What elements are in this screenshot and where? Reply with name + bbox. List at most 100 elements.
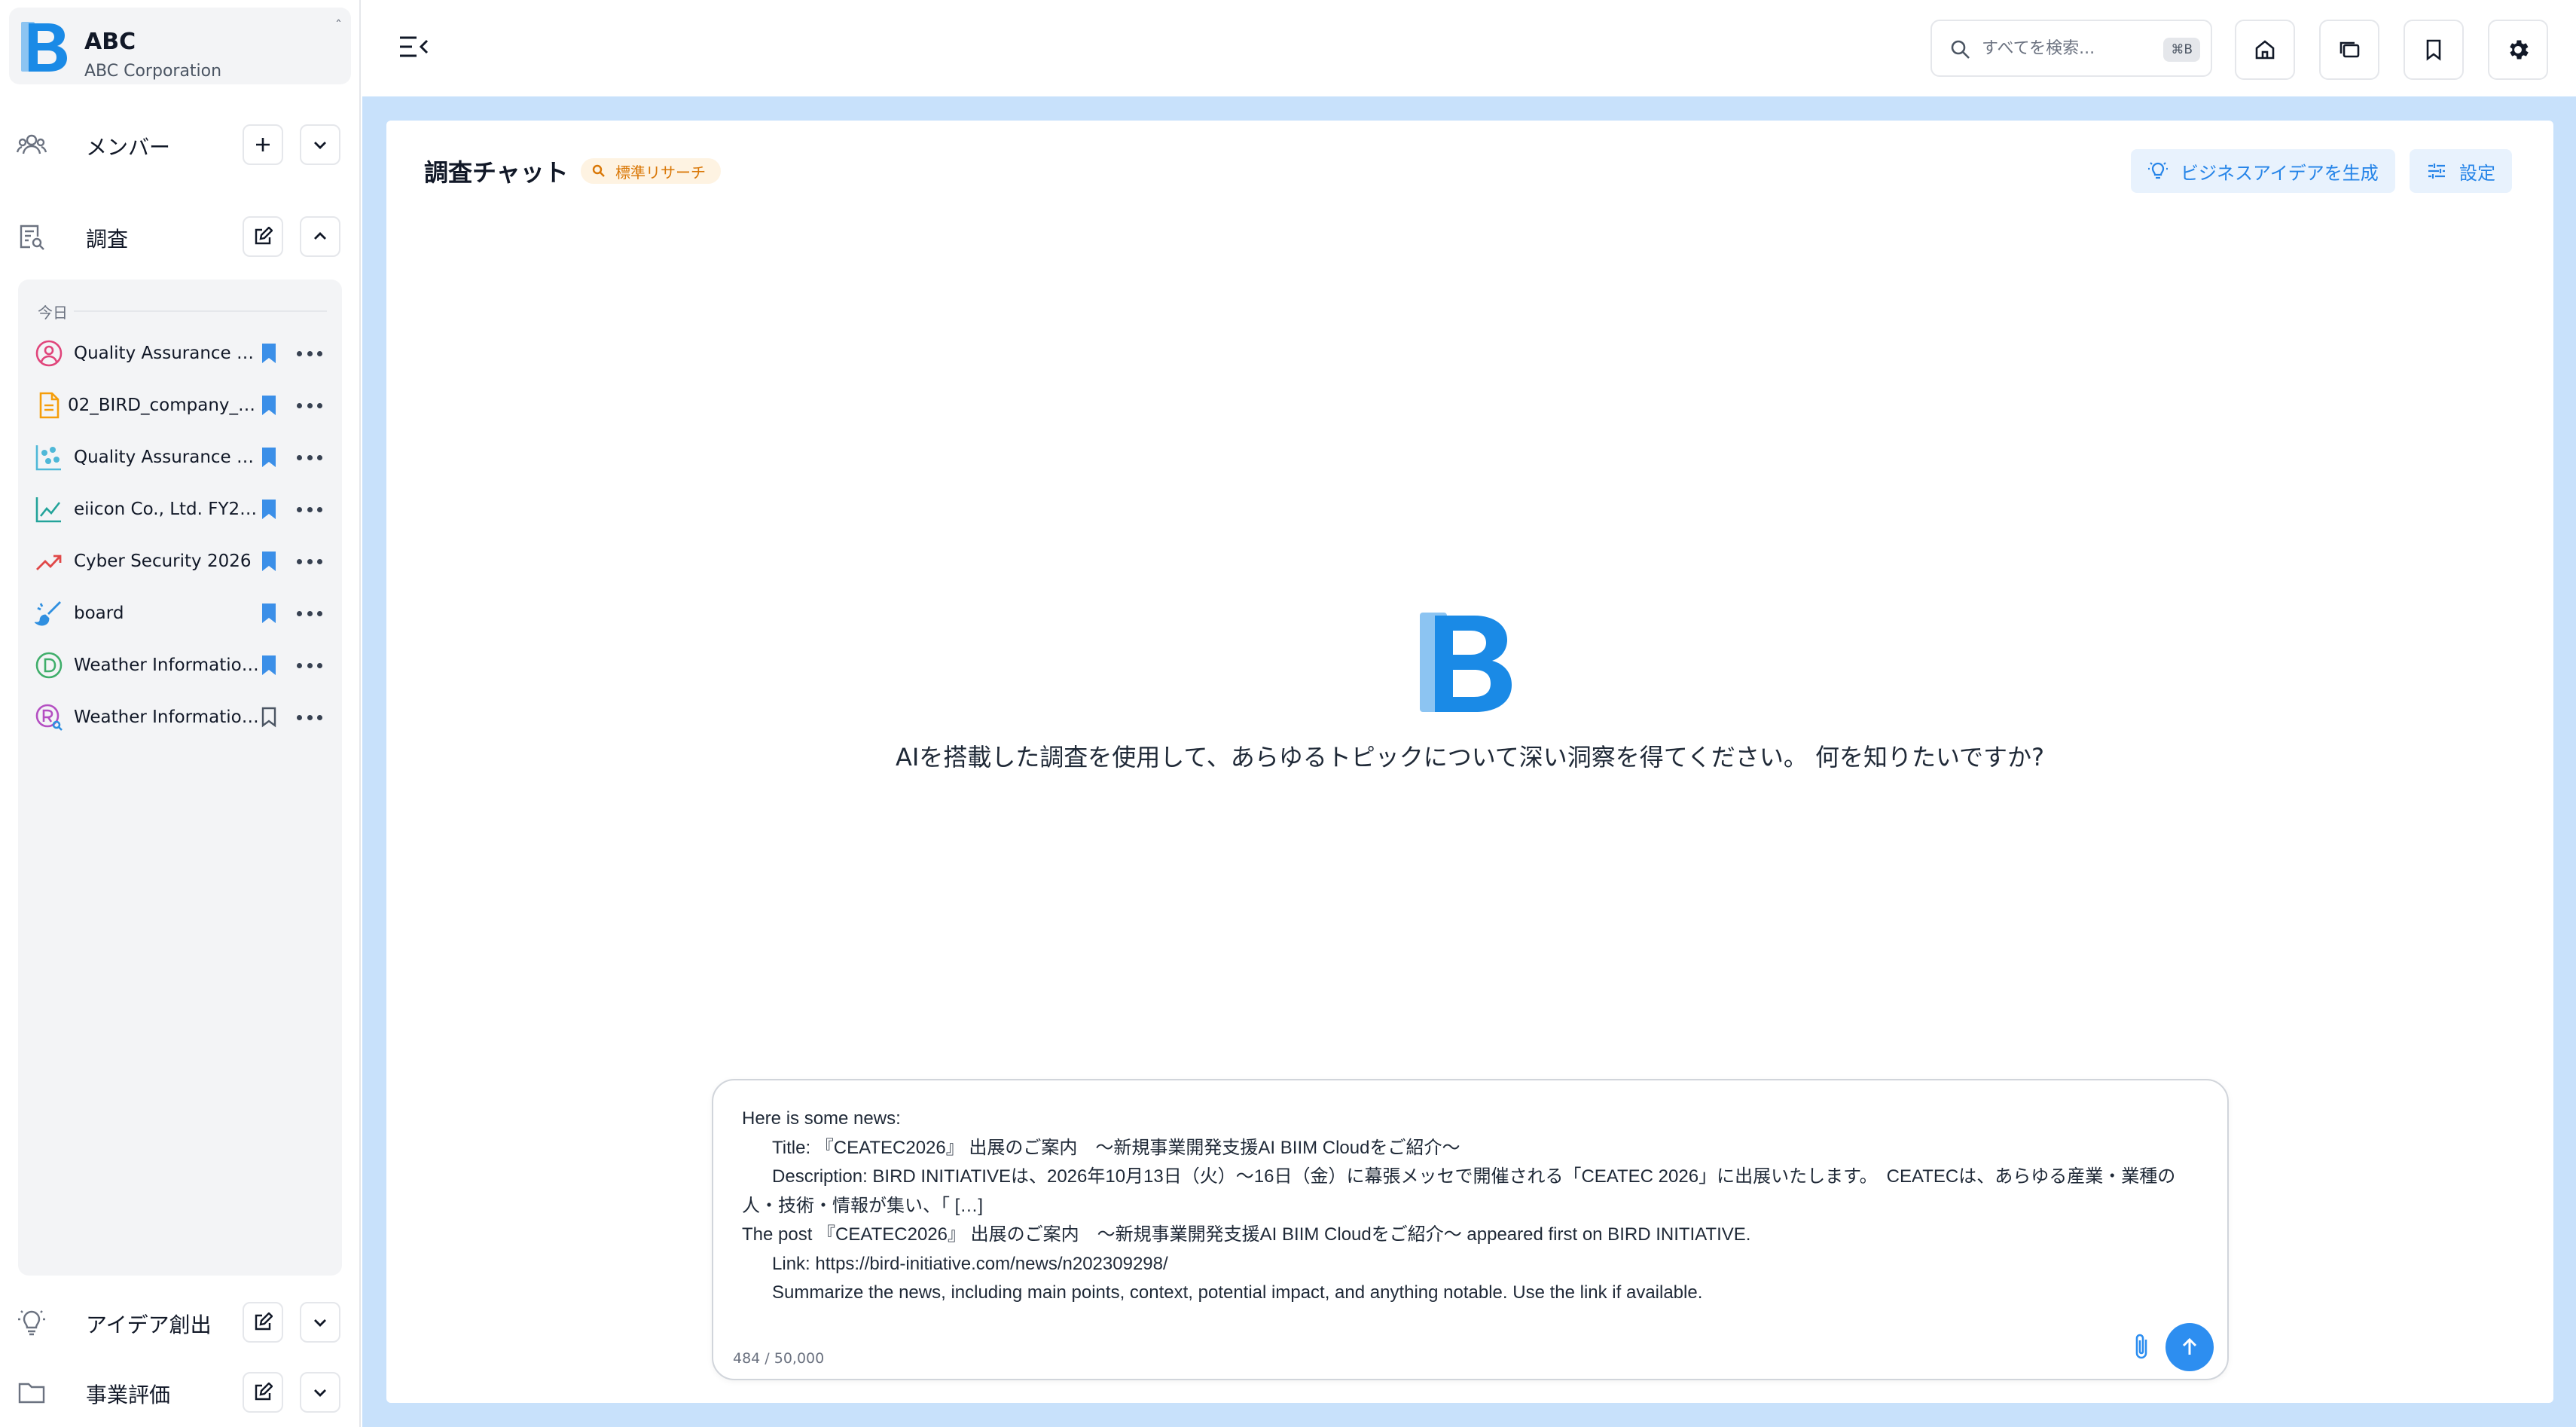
more-icon[interactable] (297, 446, 322, 469)
list-item[interactable]: Quality Assurance … (18, 434, 342, 479)
generate-ideas-label: ビジネスアイデアを生成 (2181, 162, 2379, 184)
bookmark-icon (2426, 39, 2441, 61)
bookmark-filled-icon[interactable] (259, 498, 279, 521)
list-item-label: Quality Assurance … (74, 448, 255, 467)
chat-composer[interactable]: Here is some news: Title: 『CEATEC2026』 出… (712, 1079, 2229, 1380)
welcome-tagline: AIを搭載した調査を使用して、あらゆるトピックについて深い洞察を得てください。 … (895, 743, 2045, 772)
chat-settings-button[interactable]: 設定 (2410, 149, 2512, 193)
search-icon (592, 164, 605, 177)
list-item[interactable]: Weather Informatio… (18, 642, 342, 687)
new-idea-button[interactable] (243, 1302, 283, 1343)
list-item[interactable]: Quality Assurance … (18, 330, 342, 375)
list-item-label: Quality Assurance … (74, 344, 255, 363)
edit-icon (255, 227, 273, 245)
new-research-button[interactable] (243, 216, 283, 257)
list-item[interactable]: Cyber Security 2026 (18, 538, 342, 583)
list-item[interactable]: eiicon Co., Ltd. FY2… (18, 486, 342, 531)
ideas-label: アイデア創出 (86, 1312, 212, 1337)
generate-ideas-button[interactable]: ビジネスアイデアを生成 (2131, 149, 2395, 193)
global-search[interactable]: ⌘B (1930, 20, 2212, 77)
list-item-label: Weather Informatio… (74, 707, 259, 727)
list-item[interactable]: board (18, 590, 342, 635)
character-count: 484 / 50,000 (733, 1350, 825, 1367)
list-item-label: Weather Informatio… (74, 655, 259, 675)
scatter-chart-icon (35, 445, 61, 471)
layers-icon (2339, 41, 2360, 58)
evaluation-expand-button[interactable] (300, 1372, 340, 1413)
new-evaluation-button[interactable] (243, 1372, 283, 1413)
chat-settings-label: 設定 (2459, 162, 2495, 184)
arrow-up-icon (2182, 1337, 2197, 1355)
brand-logo-icon (1420, 613, 1512, 712)
research-section: 調査 (0, 205, 361, 265)
more-icon[interactable] (297, 498, 322, 521)
message-input[interactable]: Here is some news: Title: 『CEATEC2026』 出… (742, 1105, 2203, 1308)
bookmark-filled-icon[interactable] (259, 602, 279, 625)
evaluation-label: 事業評価 (86, 1383, 171, 1407)
list-item-label: board (74, 603, 124, 623)
bookmark-filled-icon[interactable] (259, 550, 279, 573)
add-member-button[interactable] (243, 124, 283, 165)
research-mode-label: 標準リサーチ (615, 163, 706, 182)
gear-icon (2510, 40, 2529, 60)
more-icon[interactable] (297, 342, 322, 365)
list-item[interactable]: Weather Informatio… (18, 694, 342, 739)
edit-icon (255, 1312, 273, 1331)
lightbulb-icon (2148, 162, 2168, 179)
bookmark-outline-icon[interactable] (259, 706, 279, 729)
bookmark-filled-icon[interactable] (259, 446, 279, 469)
more-icon[interactable] (297, 654, 322, 677)
list-item[interactable]: 02_BIRD_company_… (18, 382, 342, 427)
chevron-down-icon (314, 1319, 326, 1327)
org-toggle-icon[interactable]: ˆ (335, 18, 342, 34)
list-item-label: 02_BIRD_company_… (68, 396, 256, 415)
research-collapse-button[interactable] (300, 216, 340, 257)
members-icon (17, 134, 47, 154)
sidebar: ABC ABC Corporation ˆ メンバー 調査 今日 Quality… (0, 0, 361, 1427)
more-icon[interactable] (297, 550, 322, 573)
more-icon[interactable] (297, 394, 322, 417)
edit-icon (255, 1383, 273, 1401)
collapse-sidebar-icon[interactable] (395, 30, 433, 63)
bookmark-filled-icon[interactable] (259, 394, 279, 417)
divider (74, 310, 327, 312)
top-bar: ⌘B (362, 0, 2576, 96)
trend-up-icon (36, 555, 62, 570)
search-input[interactable] (1982, 35, 2147, 62)
more-icon[interactable] (297, 706, 322, 729)
home-icon (2255, 40, 2275, 60)
user-circle-icon (35, 340, 63, 367)
day-heading: 今日 (38, 304, 68, 322)
bookmark-filled-icon[interactable] (259, 654, 279, 677)
search-shortcut-badge: ⌘B (2163, 38, 2200, 62)
chat-panel: 調査チャット 標準リサーチ ビジネスアイデアを生成 設定 AIを搭載した調査を使… (386, 121, 2553, 1403)
line-chart-icon (35, 497, 61, 523)
brand-logo-icon (21, 22, 67, 72)
document-icon (39, 392, 60, 419)
attach-icon[interactable] (2126, 1331, 2156, 1364)
send-button[interactable] (2165, 1323, 2214, 1371)
chevron-down-icon (314, 142, 326, 149)
sliders-icon (2428, 163, 2445, 179)
org-name: ABC (84, 29, 136, 55)
members-expand-button[interactable] (300, 124, 340, 165)
d-circle-icon (35, 652, 63, 679)
chevron-up-icon (314, 232, 326, 240)
org-switcher[interactable]: ABC ABC Corporation ˆ (9, 8, 351, 84)
research-mode-badge[interactable]: 標準リサーチ (581, 158, 721, 184)
search-icon (1951, 40, 1970, 59)
settings-button[interactable] (2488, 20, 2548, 80)
ideas-expand-button[interactable] (300, 1302, 340, 1343)
org-subtitle: ABC Corporation (84, 62, 222, 81)
bookmark-filled-icon[interactable] (259, 342, 279, 365)
more-icon[interactable] (297, 602, 322, 625)
library-button[interactable] (2319, 20, 2379, 80)
research-label: 調査 (86, 227, 129, 252)
r-search-icon (35, 704, 63, 731)
brush-icon (35, 601, 61, 626)
page-title: 調査チャット (424, 158, 569, 187)
bookmarks-button[interactable] (2404, 20, 2464, 80)
evaluation-section: 事業評価 (0, 1361, 361, 1421)
home-button[interactable] (2235, 20, 2295, 80)
chevron-down-icon (314, 1389, 326, 1397)
